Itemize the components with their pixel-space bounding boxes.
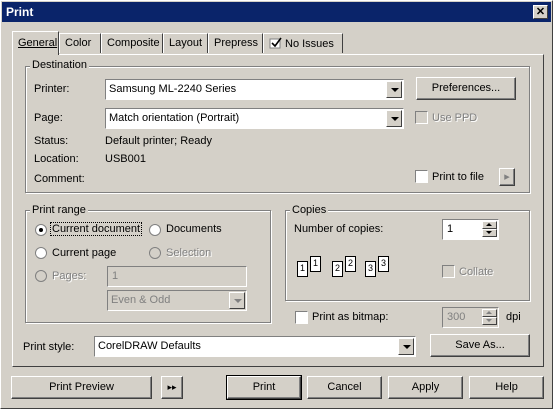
print-style-label: Print style: [23, 341, 75, 353]
printer-select[interactable]: Samsung ML-2240 Series [105, 79, 404, 100]
copies-legend: Copies [290, 204, 329, 216]
print-preview-button[interactable]: Print Preview [11, 376, 152, 399]
copies-value: 1 [447, 223, 454, 235]
tab-label: Composite [107, 37, 160, 49]
print-to-file-checkbox[interactable] [415, 170, 428, 183]
chevron-down-icon[interactable] [386, 110, 402, 127]
tab-label: Color [65, 37, 92, 49]
page-icon: 3 [378, 256, 389, 272]
spin-down-icon[interactable] [482, 229, 497, 237]
page-icon: 1 [310, 256, 321, 272]
check-issues-icon [269, 37, 282, 49]
location-label: Location: [34, 153, 79, 165]
destination-legend: Destination [30, 59, 90, 71]
dpi-input[interactable]: 300 [442, 307, 499, 328]
print-style-value: CorelDRAW Defaults [98, 340, 201, 352]
save-as-button[interactable]: Save As... [430, 334, 530, 357]
spin-down-icon[interactable] [482, 317, 497, 325]
page-icon: 3 [365, 261, 376, 277]
tab-prepress[interactable]: Prepress [208, 33, 263, 53]
copies-spinner[interactable] [482, 221, 497, 238]
print-style-select[interactable]: CorelDRAW Defaults [94, 336, 416, 357]
print-as-bitmap-checkbox[interactable] [295, 311, 308, 324]
tab-label: Layout [169, 37, 203, 49]
help-button[interactable]: Help [469, 376, 544, 399]
chevron-down-icon[interactable] [386, 81, 402, 98]
page-icon: 2 [332, 261, 343, 277]
status-value: Default printer; Ready [105, 135, 212, 147]
tab-color[interactable]: Color [59, 33, 101, 53]
apply-button[interactable]: Apply [388, 376, 463, 399]
print-button[interactable]: Print [226, 375, 302, 400]
file-menu-arrow-icon[interactable]: ▸ [499, 168, 515, 186]
dpi-unit-label: dpi [506, 311, 521, 323]
tab-layout[interactable]: Layout [163, 33, 208, 53]
pages-input[interactable]: 1 [107, 266, 247, 287]
printer-value: Samsung ML-2240 Series [109, 83, 237, 95]
location-value: USB001 [105, 153, 146, 165]
pages-radio[interactable] [35, 270, 47, 282]
tab-general[interactable]: General [12, 31, 59, 55]
spin-up-icon[interactable] [482, 221, 497, 229]
tab-label: No Issues [285, 38, 334, 50]
selection-radio[interactable] [149, 247, 161, 259]
documents-label: Documents [166, 223, 222, 235]
page-select[interactable]: Match orientation (Portrait) [105, 108, 404, 129]
dpi-spinner[interactable] [482, 309, 497, 326]
current-page-label: Current page [52, 247, 117, 259]
print-dialog: Print ✕ General Color Composite Layout P… [0, 0, 553, 409]
tab-no-issues[interactable]: No Issues [263, 33, 343, 53]
pages-label: Pages: [52, 270, 87, 282]
documents-radio[interactable] [149, 224, 161, 236]
chevron-down-icon[interactable] [229, 292, 245, 309]
status-label: Status: [34, 135, 69, 147]
even-odd-value: Even & Odd [111, 294, 171, 306]
copies-input[interactable]: 1 [442, 219, 499, 240]
use-ppd-checkbox[interactable] [415, 111, 428, 124]
page-value: Match orientation (Portrait) [109, 112, 240, 124]
use-ppd-label: Use PPD [432, 112, 478, 124]
current-document-radio[interactable] [35, 224, 47, 236]
number-of-copies-label: Number of copies: [294, 223, 384, 235]
tab-label: Prepress [214, 37, 259, 49]
collate-label: Collate [459, 266, 494, 278]
cancel-button[interactable]: Cancel [307, 376, 382, 399]
collate-checkbox[interactable] [442, 265, 455, 278]
current-page-radio[interactable] [35, 247, 47, 259]
printer-label: Printer: [34, 83, 70, 95]
close-icon[interactable]: ✕ [533, 5, 548, 19]
print-to-file-label: Print to file [432, 171, 484, 183]
dpi-value: 300 [447, 311, 466, 323]
print-as-bitmap-label: Print as bitmap: [312, 311, 389, 323]
title-bar: Print ✕ [2, 2, 551, 22]
page-icon: 1 [297, 261, 308, 277]
preferences-button[interactable]: Preferences... [416, 77, 516, 100]
window-title: Print [6, 5, 34, 19]
selection-label: Selection [166, 247, 212, 259]
expand-preview-icon[interactable]: ▸▸ [161, 376, 183, 399]
spin-up-icon[interactable] [482, 309, 497, 317]
current-document-label: Current document [49, 222, 143, 236]
page-icon: 2 [345, 256, 356, 272]
comment-label: Comment: [34, 173, 85, 185]
page-label: Page: [34, 112, 63, 124]
tab-composite[interactable]: Composite [101, 33, 163, 53]
even-odd-select[interactable]: Even & Odd [107, 290, 247, 311]
chevron-down-icon[interactable] [398, 338, 414, 355]
print-range-legend: Print range [30, 204, 88, 216]
tab-label: General [18, 37, 58, 49]
